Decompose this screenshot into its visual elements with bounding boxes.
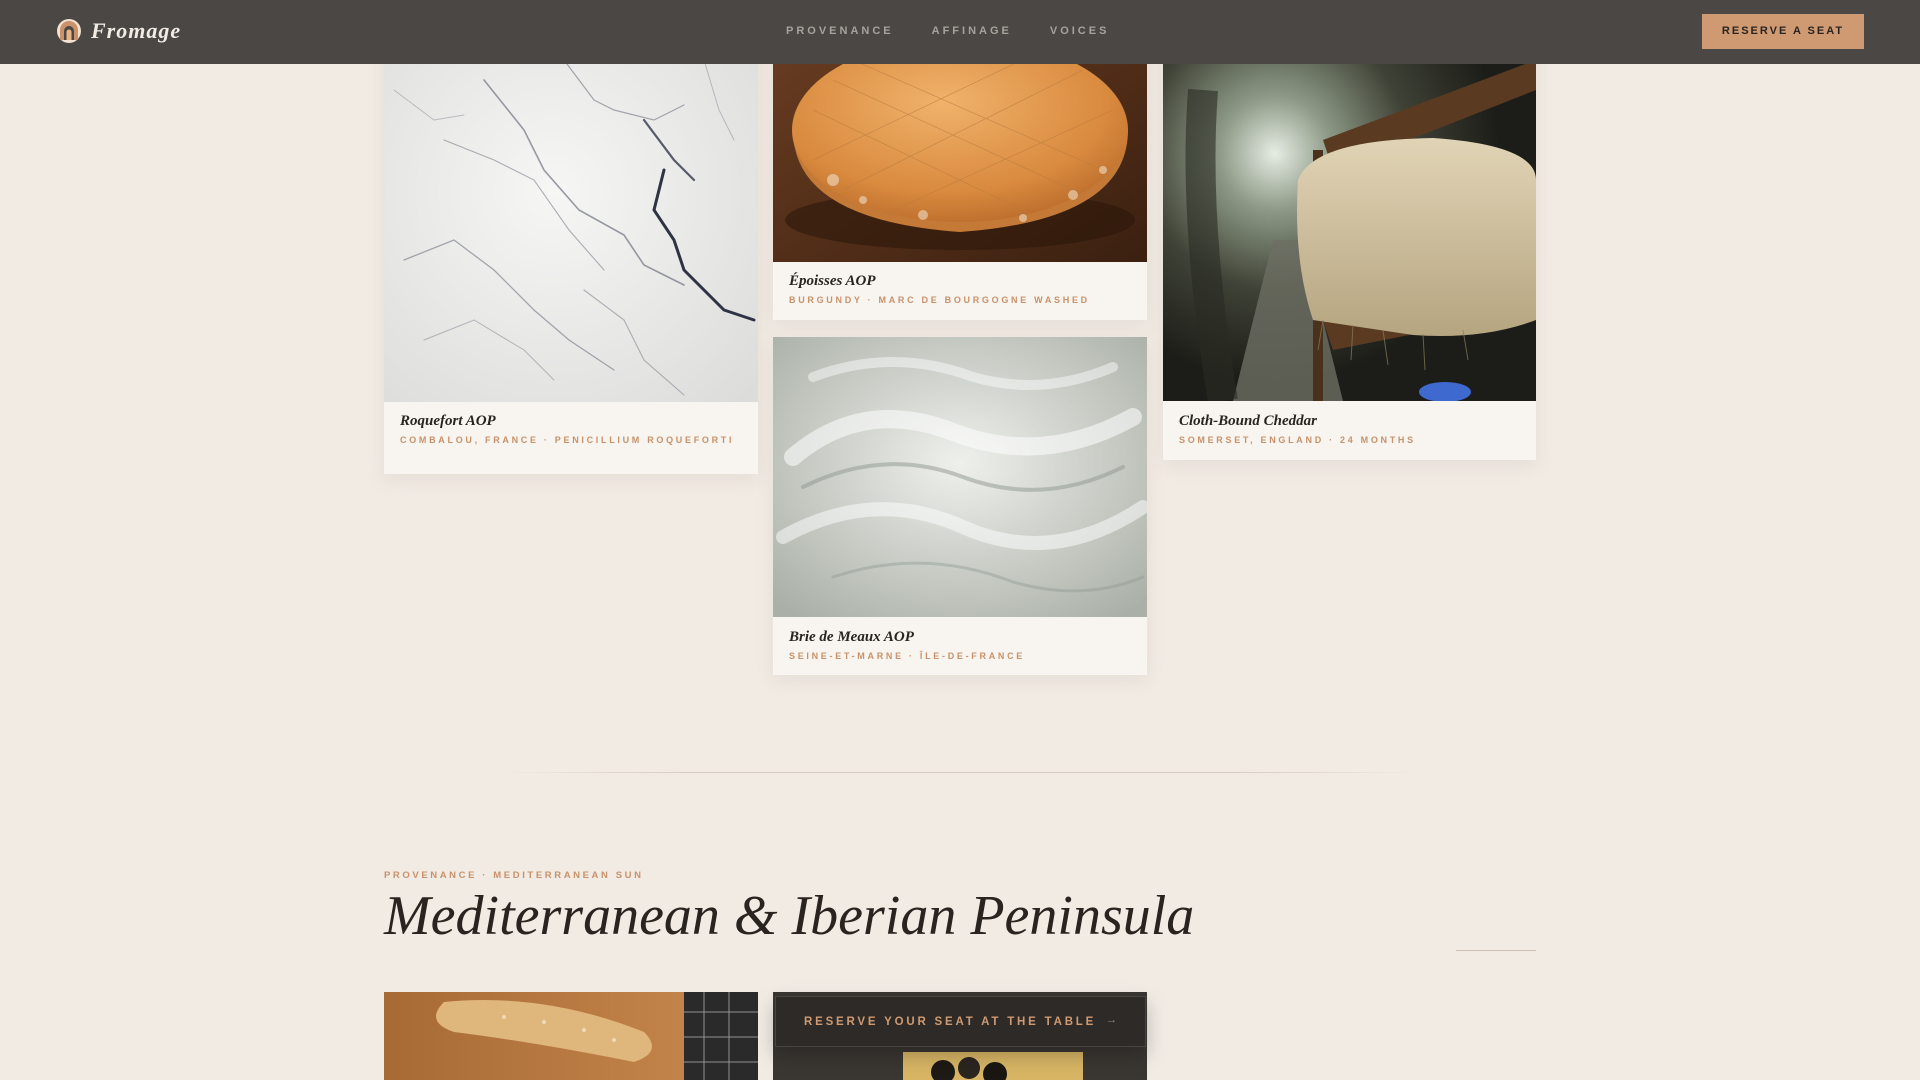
section-title: Mediterranean & Iberian Peninsula bbox=[384, 885, 1195, 947]
roquefort-marble-photo bbox=[384, 20, 758, 402]
baguette-board-photo bbox=[384, 992, 758, 1080]
reserve-table-label: RESERVE YOUR SEAT AT THE TABLE bbox=[804, 1015, 1097, 1028]
card-title-cheddar: Cloth-Bound Cheddar bbox=[1179, 413, 1317, 429]
cheese-card-baguette[interactable] bbox=[384, 992, 758, 1080]
card-title-brie: Brie de Meaux AOP bbox=[789, 629, 914, 645]
card-title-epoisses: Époisses AOP bbox=[789, 273, 876, 289]
primary-nav: PROVENANCE AFFINAGE VOICES bbox=[786, 25, 1147, 37]
brand-logo[interactable]: Fromage bbox=[56, 18, 181, 44]
nav-link-provenance[interactable]: PROVENANCE bbox=[786, 25, 894, 37]
cheese-card-brie[interactable]: Brie de Meaux AOP SEINE-ET-MARNE · ÎLE-D… bbox=[773, 337, 1147, 675]
brand-name: Fromage bbox=[91, 18, 182, 43]
section-eyebrow: PROVENANCE · MEDITERRANEAN SUN bbox=[384, 870, 644, 881]
cheese-card-roquefort[interactable]: Roquefort AOP COMBALOU, FRANCE · PENICIL… bbox=[384, 20, 758, 474]
reserve-table-button[interactable]: RESERVE YOUR SEAT AT THE TABLE → bbox=[775, 996, 1146, 1047]
cheese-card-cheddar[interactable]: Cloth-Bound Cheddar SOMERSET, ENGLAND · … bbox=[1163, 20, 1536, 460]
arch-cheese-icon bbox=[57, 19, 81, 43]
cheddar-cave-photo bbox=[1163, 20, 1536, 401]
arrow-right-icon: → bbox=[1105, 1014, 1118, 1026]
card-meta-roquefort: COMBALOU, FRANCE · PENICILLIUM ROQUEFORT… bbox=[400, 435, 735, 445]
card-title-roquefort: Roquefort AOP bbox=[400, 413, 496, 429]
brie-cream-photo bbox=[773, 337, 1147, 617]
card-meta-brie: SEINE-ET-MARNE · ÎLE-DE-FRANCE bbox=[789, 651, 1025, 661]
nav-link-voices[interactable]: VOICES bbox=[1050, 25, 1110, 37]
reserve-seat-button[interactable]: RESERVE A SEAT bbox=[1702, 14, 1864, 49]
section-divider bbox=[500, 772, 1420, 773]
card-meta-cheddar: SOMERSET, ENGLAND · 24 MONTHS bbox=[1179, 435, 1416, 445]
card-meta-epoisses: BURGUNDY · MARC DE BOURGOGNE WASHED bbox=[789, 295, 1090, 305]
title-accent-rule bbox=[1456, 950, 1536, 951]
top-nav: Fromage PROVENANCE AFFINAGE VOICES RESER… bbox=[0, 0, 1920, 64]
nav-link-affinage[interactable]: AFFINAGE bbox=[932, 25, 1012, 37]
cheese-card-epoisses[interactable]: Époisses AOP BURGUNDY · MARC DE BOURGOGN… bbox=[773, 20, 1147, 320]
